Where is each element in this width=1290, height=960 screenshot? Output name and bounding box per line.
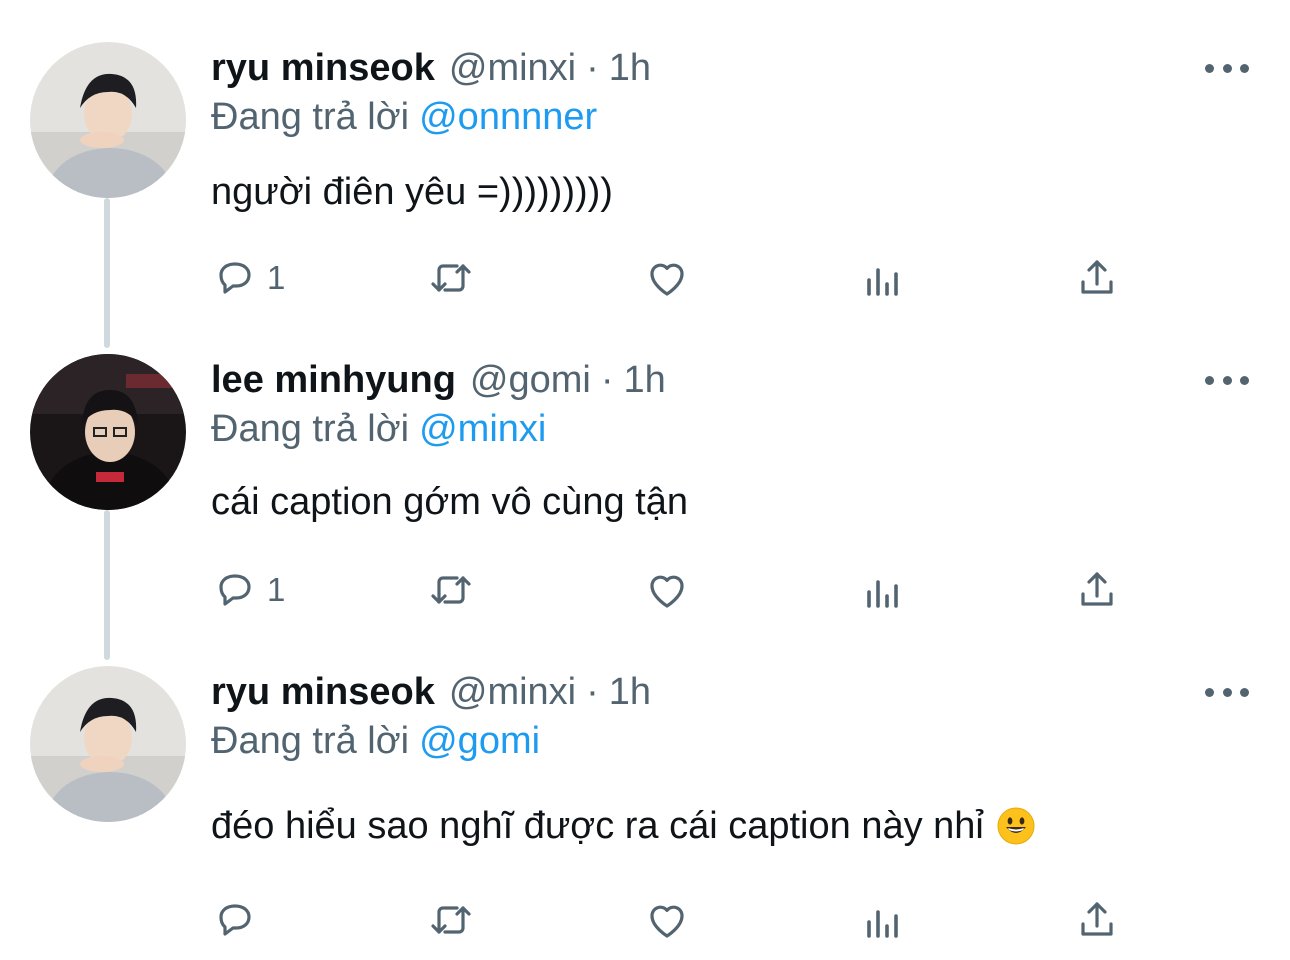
more-icon[interactable] bbox=[1205, 56, 1249, 80]
heart-icon bbox=[650, 905, 684, 938]
tweet-text-content: đéo hiểu sao nghĩ được ra cái caption nà… bbox=[211, 804, 984, 847]
views-button[interactable] bbox=[859, 564, 907, 616]
like-button[interactable] bbox=[643, 894, 691, 946]
tweet-text-content: cái caption gớm vô cùng tận bbox=[211, 480, 688, 523]
author-handle[interactable]: @minxi bbox=[449, 671, 576, 714]
share-button[interactable] bbox=[1073, 564, 1121, 616]
reply-count: 1 bbox=[267, 571, 286, 608]
avatar[interactable] bbox=[30, 42, 186, 198]
reply-icon bbox=[219, 262, 251, 294]
replying-to: Đang trả lời @onnnner bbox=[211, 96, 597, 139]
author-name[interactable]: lee minhyung bbox=[211, 359, 456, 402]
tweet[interactable]: lee minhyung @gomi · 1h Đang trả lời @min… bbox=[0, 354, 1290, 624]
author-name[interactable]: ryu minseok bbox=[211, 47, 435, 90]
share-icon bbox=[1081, 260, 1113, 294]
more-icon[interactable] bbox=[1205, 680, 1249, 704]
author-handle[interactable]: @minxi bbox=[449, 47, 576, 90]
share-icon bbox=[1081, 902, 1113, 936]
timestamp[interactable]: 1h bbox=[609, 671, 651, 714]
heart-icon bbox=[650, 575, 684, 608]
reply-button[interactable]: 1 bbox=[211, 564, 285, 616]
replying-to: Đang trả lời @gomi bbox=[211, 720, 540, 763]
timestamp[interactable]: 1h bbox=[609, 47, 651, 90]
tweet[interactable]: ryu minseok @minxi · 1h Đang trả lời @onn… bbox=[0, 42, 1290, 312]
share-button[interactable] bbox=[1073, 894, 1121, 946]
action-bar: 1 bbox=[211, 252, 1141, 304]
tweet-text: người điên yêu =))))))))) bbox=[211, 166, 613, 218]
timestamp[interactable]: 1h bbox=[624, 359, 666, 402]
tweet-text: cái caption gớm vô cùng tận bbox=[211, 476, 688, 528]
author-handle[interactable]: @gomi bbox=[470, 359, 591, 402]
replying-to: Đang trả lời @minxi bbox=[211, 408, 546, 451]
reply-count: 1 bbox=[267, 259, 286, 296]
views-button[interactable] bbox=[859, 894, 907, 946]
replying-to-mention[interactable]: @minxi bbox=[419, 408, 546, 450]
tweet-header: lee minhyung @gomi · 1h bbox=[211, 354, 666, 406]
avatar[interactable] bbox=[30, 354, 186, 510]
action-bar: 1 bbox=[211, 564, 1141, 616]
replying-prefix: Đang trả lời bbox=[211, 408, 410, 450]
reply-thread: ryu minseok @minxi · 1h Đang trả lời @onn… bbox=[0, 0, 1290, 960]
tweet[interactable]: ryu minseok @minxi · 1h Đang trả lời @gom… bbox=[0, 666, 1290, 956]
replying-prefix: Đang trả lời bbox=[211, 96, 410, 138]
reply-icon bbox=[219, 574, 251, 606]
tweet-header: ryu minseok @minxi · 1h bbox=[211, 42, 651, 94]
retweet-button[interactable] bbox=[427, 894, 475, 946]
tweet-text-content: người điên yêu =))))))))) bbox=[211, 170, 613, 213]
author-name[interactable]: ryu minseok bbox=[211, 671, 435, 714]
views-icon bbox=[867, 580, 898, 608]
tweet-text: đéo hiểu sao nghĩ được ra cái caption nà… bbox=[211, 800, 1036, 852]
reply-button[interactable] bbox=[211, 894, 267, 946]
like-button[interactable] bbox=[643, 564, 691, 616]
retweet-button[interactable] bbox=[427, 564, 475, 616]
like-button[interactable] bbox=[643, 252, 691, 304]
tweet-header: ryu minseok @minxi · 1h bbox=[211, 666, 651, 718]
reply-icon bbox=[219, 904, 251, 936]
heart-icon bbox=[650, 263, 684, 296]
views-icon bbox=[867, 268, 898, 296]
replying-prefix: Đang trả lời bbox=[211, 720, 410, 762]
views-button[interactable] bbox=[859, 252, 907, 304]
views-icon bbox=[867, 910, 898, 938]
retweet-icon bbox=[431, 576, 471, 604]
separator-dot: · bbox=[586, 670, 599, 713]
retweet-icon bbox=[431, 906, 471, 934]
reply-button[interactable]: 1 bbox=[211, 252, 285, 304]
share-button[interactable] bbox=[1073, 252, 1121, 304]
action-bar bbox=[211, 894, 1141, 946]
replying-to-mention[interactable]: @gomi bbox=[419, 720, 540, 762]
retweet-button[interactable] bbox=[427, 252, 475, 304]
separator-dot: · bbox=[586, 46, 599, 89]
replying-to-mention[interactable]: @onnnner bbox=[419, 96, 597, 138]
grinning-face-emoji bbox=[997, 807, 1035, 845]
share-icon bbox=[1081, 572, 1113, 606]
more-icon[interactable] bbox=[1205, 368, 1249, 392]
avatar[interactable] bbox=[30, 666, 186, 822]
separator-dot: · bbox=[600, 358, 614, 401]
retweet-icon bbox=[431, 264, 471, 292]
